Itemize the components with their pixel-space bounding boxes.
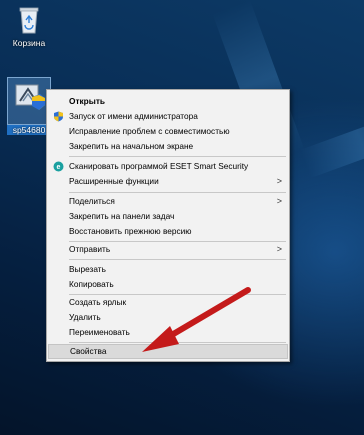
- annotation-arrow: [142, 287, 251, 352]
